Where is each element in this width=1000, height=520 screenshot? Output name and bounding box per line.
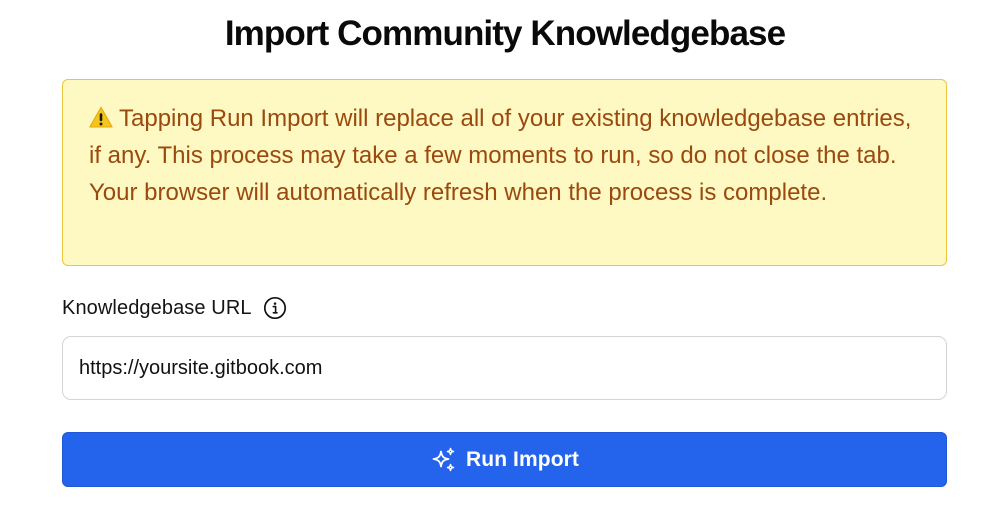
import-page: Import Community Knowledgebase Tapping R… <box>0 0 1000 520</box>
run-import-label: Run Import <box>466 447 579 471</box>
knowledgebase-url-input[interactable] <box>62 336 947 400</box>
url-field-label: Knowledgebase URL <box>62 296 252 319</box>
page-title: Import Community Knowledgebase <box>224 14 786 53</box>
warning-callout: Tapping Run Import will replace all of y… <box>62 79 947 266</box>
warning-message: Tapping Run Import will replace all of y… <box>89 100 920 211</box>
sparkles-icon <box>432 447 455 471</box>
url-field-label-row: Knowledgebase URL <box>62 293 287 323</box>
info-circle-icon[interactable] <box>263 296 287 320</box>
run-import-button[interactable]: Run Import <box>62 432 947 487</box>
warning-text: Tapping Run Import will replace all of y… <box>89 105 912 206</box>
warning-triangle-icon <box>89 106 113 128</box>
